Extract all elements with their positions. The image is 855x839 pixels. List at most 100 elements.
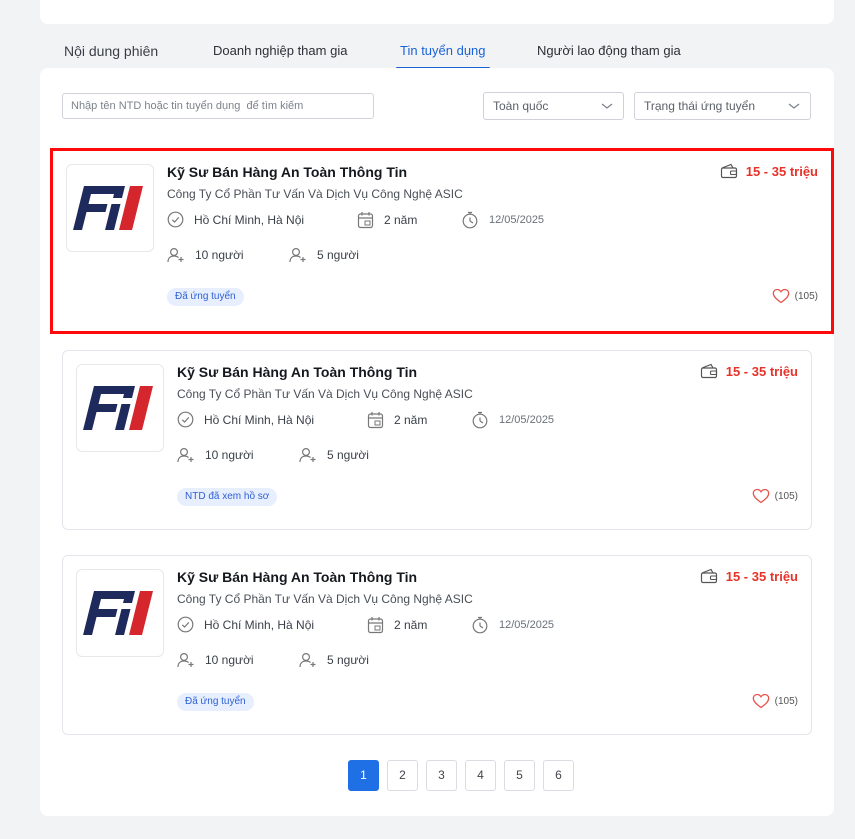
deadline-text: 12/05/2025: [499, 414, 555, 426]
salary: 15 - 35 triệu: [720, 163, 818, 179]
favorite-count: (105): [794, 290, 818, 302]
application-status-select[interactable]: Trạng thái ứng tuyển: [634, 92, 811, 120]
quantity-meta: 10 người: [177, 447, 254, 463]
favorite-count: (105): [774, 490, 798, 502]
calendar-icon: [367, 412, 384, 429]
page-3-button[interactable]: 3: [426, 760, 457, 791]
page-1-button[interactable]: 1: [348, 760, 379, 791]
favorite-button[interactable]: (105): [752, 488, 798, 504]
salary: 15 - 35 triệu: [700, 363, 798, 379]
location-select[interactable]: Toàn quốc: [483, 92, 624, 120]
search-input[interactable]: [62, 93, 374, 119]
favorite-count: (105): [774, 695, 798, 707]
applied-meta: 5 người: [299, 652, 369, 668]
experience-meta: 2 năm: [367, 411, 427, 429]
quantity-text: 10 người: [205, 448, 254, 462]
heart-icon: [772, 288, 789, 304]
chevron-down-icon: [788, 103, 800, 109]
tab-participating-workers[interactable]: Người lao động tham gia: [537, 38, 681, 66]
experience-text: 2 năm: [384, 213, 418, 227]
calendar-icon: [357, 212, 374, 229]
salary-value: 15 - 35 triệu: [745, 163, 818, 179]
user-add-icon: [299, 652, 316, 668]
location-meta: Hồ Chí Minh, Hà Nội: [177, 411, 314, 428]
chevron-down-icon: [601, 103, 613, 109]
applied-text: 5 người: [327, 448, 369, 462]
timer-icon: [472, 616, 488, 634]
wallet-icon: [700, 568, 717, 584]
location-select-value: Toàn quốc: [493, 99, 549, 113]
job-title[interactable]: Kỹ Sư Bán Hàng An Toàn Thông Tin: [177, 364, 417, 380]
salary-value: 15 - 35 triệu: [725, 568, 798, 584]
wallet-icon: [720, 163, 737, 179]
status-badge: Đã ứng tuyển: [167, 288, 244, 306]
company-name[interactable]: Công Ty Cổ Phần Tư Vấn Và Dịch Vụ Công N…: [177, 387, 473, 401]
location-meta: Hồ Chí Minh, Hà Nội: [167, 211, 304, 228]
fii-logo: FII: [69, 182, 144, 230]
applied-meta: 5 người: [289, 247, 359, 263]
job-list-panel: Toàn quốc Trạng thái ứng tuyển FII Kỹ Sư…: [40, 68, 834, 816]
check-circle-icon: [167, 211, 184, 228]
pagination: 123456: [348, 760, 582, 791]
experience-text: 2 năm: [394, 413, 428, 427]
quantity-text: 10 người: [205, 653, 254, 667]
tab-bar: Nội dung phiên Doanh nghiệp tham gia Tin…: [40, 38, 834, 69]
company-logo: FII: [76, 364, 164, 452]
tab-participating-companies[interactable]: Doanh nghiệp tham gia: [213, 38, 347, 66]
deadline-meta: 12/05/2025: [461, 211, 544, 229]
job-title[interactable]: Kỹ Sư Bán Hàng An Toàn Thông Tin: [167, 164, 407, 180]
wallet-icon: [700, 363, 717, 379]
location-text: Hồ Chí Minh, Hà Nội: [194, 212, 305, 227]
timer-icon: [462, 211, 478, 229]
company-logo: FII: [76, 569, 164, 657]
company-name[interactable]: Công Ty Cổ Phần Tư Vấn Và Dịch Vụ Công N…: [167, 187, 463, 201]
quantity-text: 10 người: [195, 248, 244, 262]
company-name[interactable]: Công Ty Cổ Phần Tư Vấn Và Dịch Vụ Công N…: [177, 592, 473, 606]
favorite-button[interactable]: (105): [772, 288, 818, 304]
deadline-text: 12/05/2025: [489, 214, 545, 226]
applied-text: 5 người: [327, 653, 369, 667]
company-logo: FII: [66, 164, 154, 252]
location-text: Hồ Chí Minh, Hà Nội: [204, 412, 315, 427]
check-circle-icon: [177, 616, 194, 633]
timer-icon: [472, 411, 488, 429]
experience-meta: 2 năm: [367, 616, 427, 634]
experience-meta: 2 năm: [357, 211, 417, 229]
top-card: [40, 0, 834, 24]
tab-job-postings[interactable]: Tin tuyển dụng: [396, 38, 490, 69]
calendar-icon: [367, 617, 384, 634]
check-circle-icon: [177, 411, 194, 428]
status-select-value: Trạng thái ứng tuyển: [644, 99, 755, 113]
location-meta: Hồ Chí Minh, Hà Nội: [177, 616, 314, 633]
tab-session-content[interactable]: Nội dung phiên: [64, 38, 158, 66]
user-add-icon: [299, 447, 316, 463]
page-5-button[interactable]: 5: [504, 760, 535, 791]
logo-text: FII: [69, 182, 71, 183]
page-6-button[interactable]: 6: [543, 760, 574, 791]
job-card[interactable]: FII Kỹ Sư Bán Hàng An Toàn Thông Tin Côn…: [62, 555, 812, 735]
user-add-icon: [289, 247, 306, 263]
user-add-icon: [177, 652, 194, 668]
experience-text: 2 năm: [394, 618, 428, 632]
fii-logo: FII: [79, 587, 154, 635]
heart-icon: [752, 693, 769, 709]
page-4-button[interactable]: 4: [465, 760, 496, 791]
salary-value: 15 - 35 triệu: [725, 363, 798, 379]
applied-meta: 5 người: [299, 447, 369, 463]
logo-text: FII: [79, 587, 81, 588]
favorite-button[interactable]: (105): [752, 693, 798, 709]
job-card[interactable]: FII Kỹ Sư Bán Hàng An Toàn Thông Tin Côn…: [50, 148, 834, 334]
fii-logo: FII: [79, 382, 154, 430]
job-card[interactable]: FII Kỹ Sư Bán Hàng An Toàn Thông Tin Côn…: [62, 350, 812, 530]
page-2-button[interactable]: 2: [387, 760, 418, 791]
user-add-icon: [177, 447, 194, 463]
deadline-meta: 12/05/2025: [471, 411, 554, 429]
user-add-icon: [167, 247, 184, 263]
logo-text: FII: [79, 382, 81, 383]
deadline-meta: 12/05/2025: [471, 616, 554, 634]
quantity-meta: 10 người: [177, 652, 254, 668]
job-title[interactable]: Kỹ Sư Bán Hàng An Toàn Thông Tin: [177, 569, 417, 585]
status-badge: Đã ứng tuyển: [177, 693, 254, 711]
quantity-meta: 10 người: [167, 247, 244, 263]
location-text: Hồ Chí Minh, Hà Nội: [204, 617, 315, 632]
